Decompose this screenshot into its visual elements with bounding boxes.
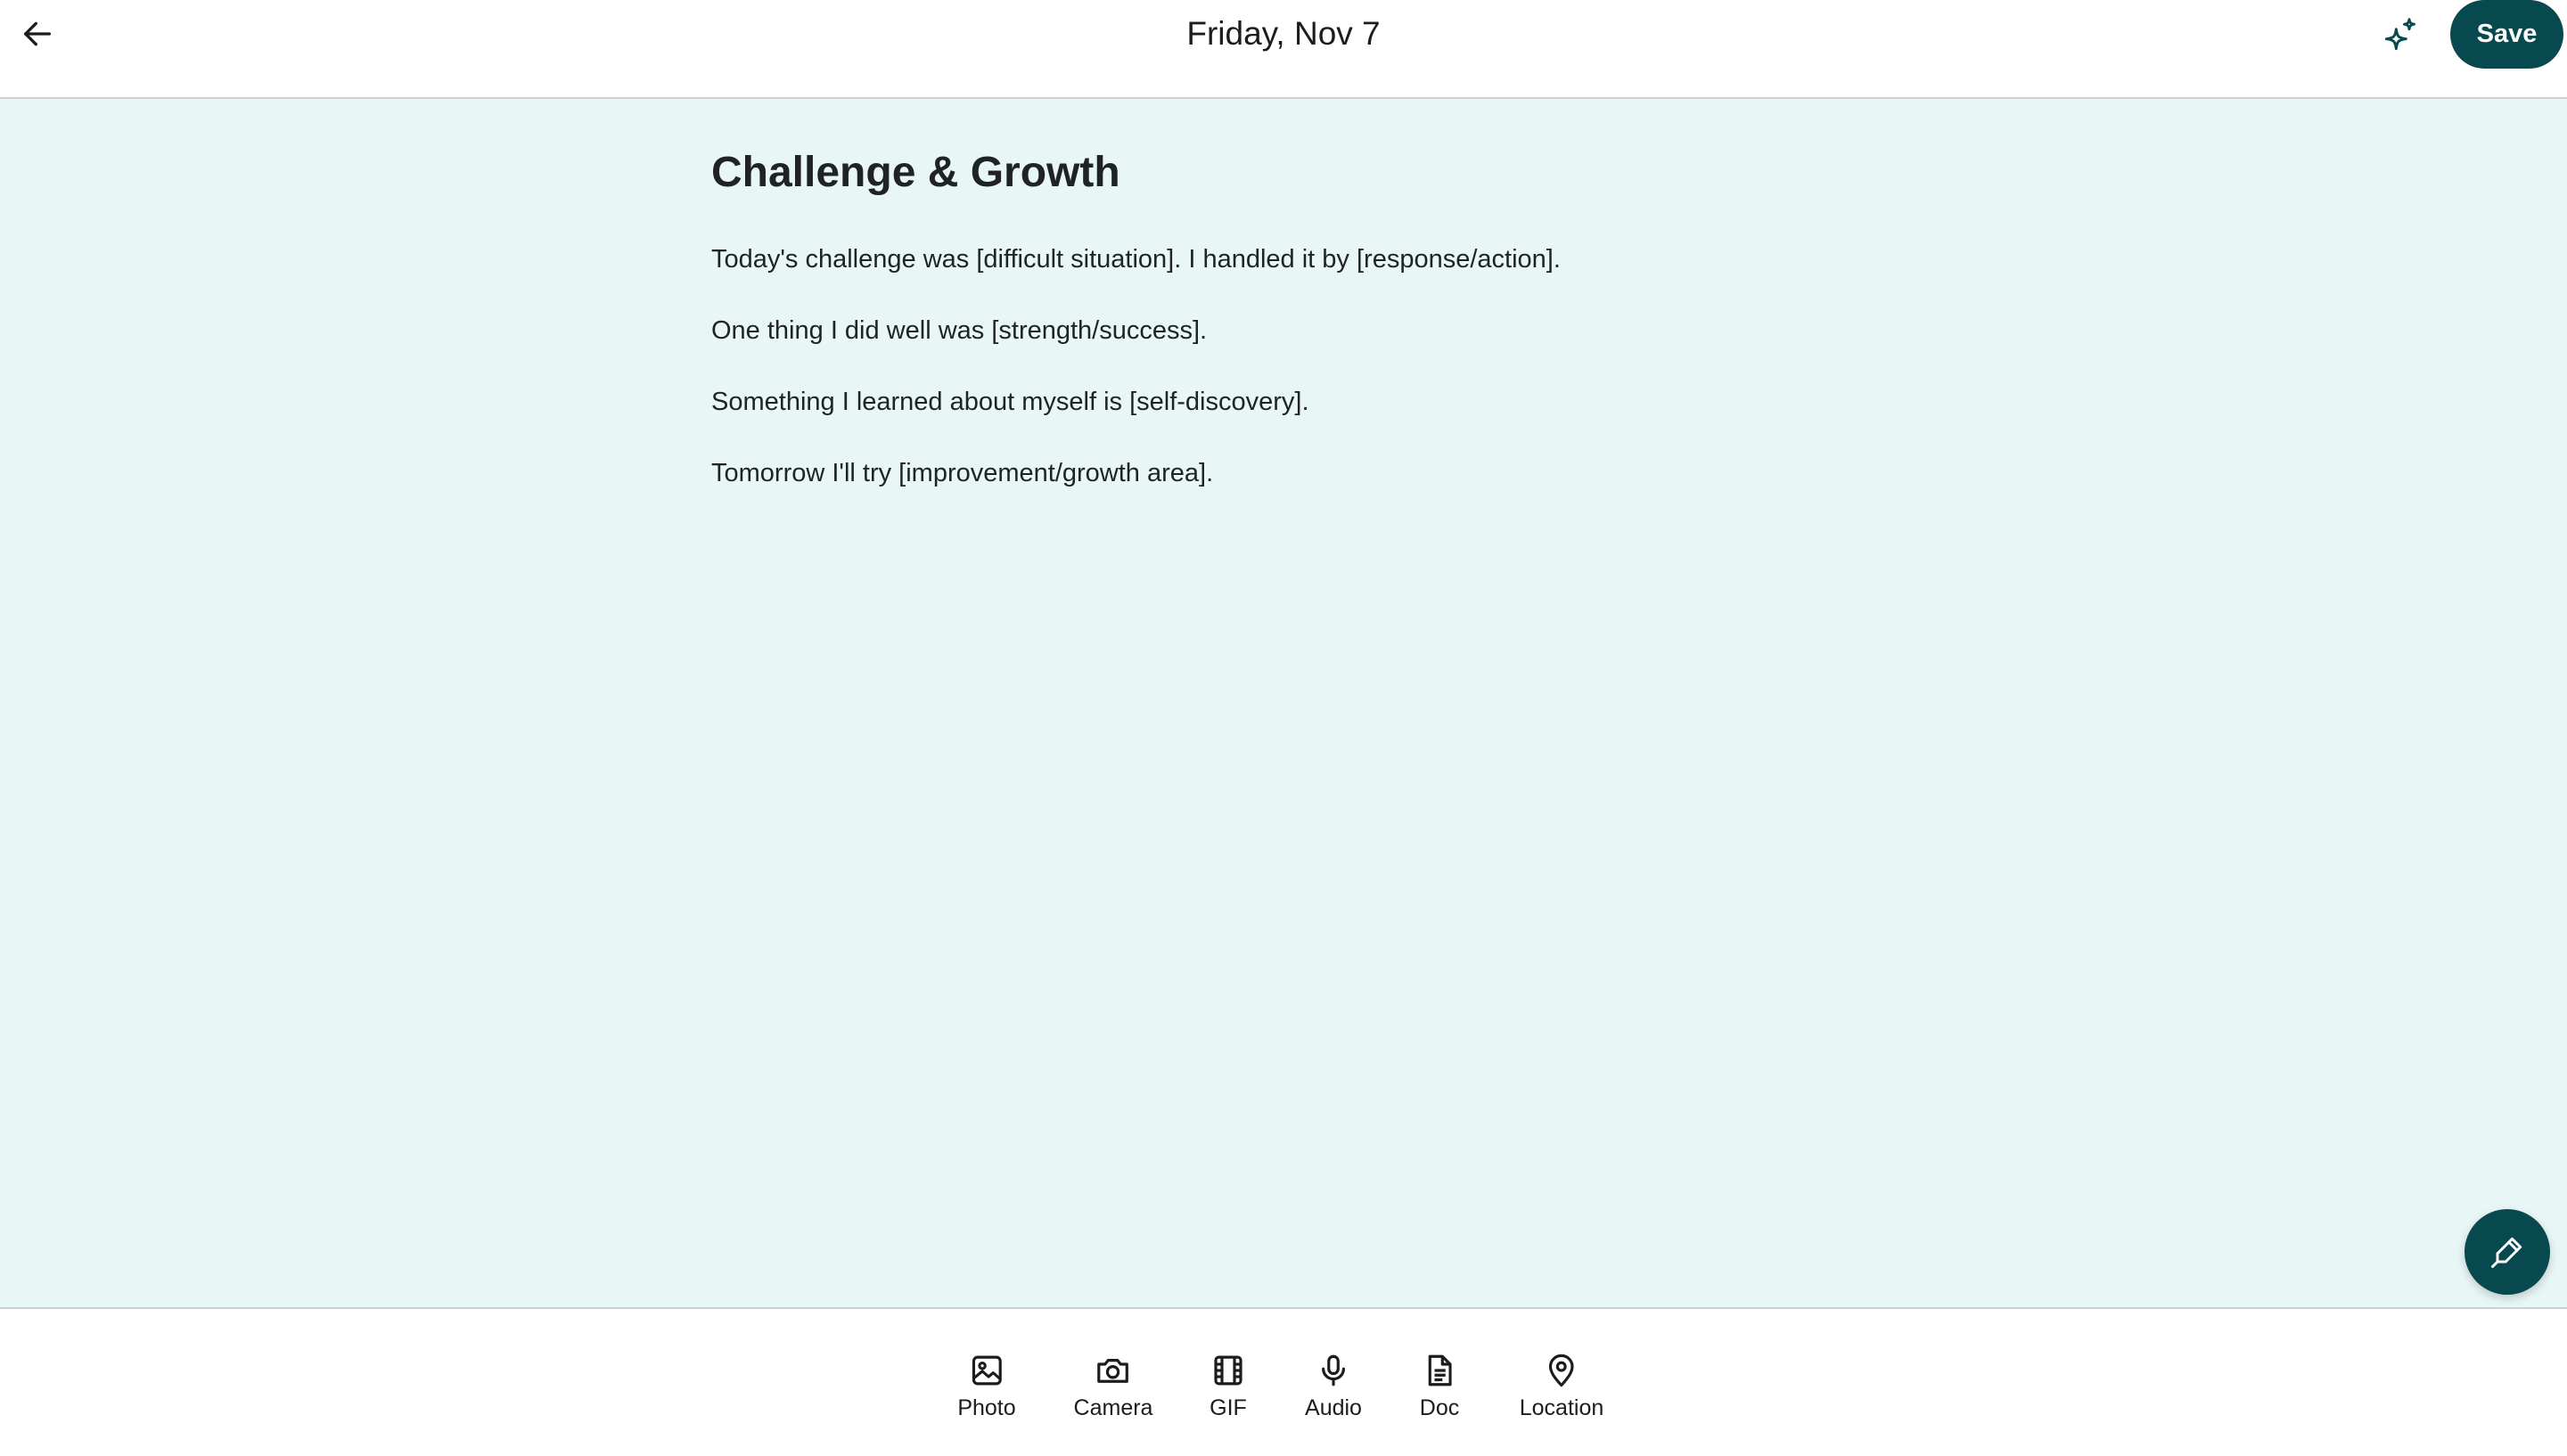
- pen-icon: [2491, 1237, 2522, 1268]
- location-button[interactable]: Location: [1519, 1352, 1604, 1421]
- ai-assist-button[interactable]: [2376, 12, 2423, 59]
- camera-button[interactable]: Camera: [1073, 1352, 1153, 1421]
- save-button[interactable]: Save: [2450, 0, 2563, 69]
- audio-button[interactable]: Audio: [1305, 1352, 1362, 1421]
- camera-icon: [1097, 1359, 1129, 1383]
- entry-line[interactable]: One thing I did well was [strength/succe…: [711, 314, 1870, 348]
- photo-label: Photo: [957, 1395, 1016, 1420]
- document-icon: [1428, 1354, 1452, 1386]
- entry-date: Friday, Nov 7: [1186, 15, 1381, 52]
- doc-button[interactable]: Doc: [1420, 1352, 1459, 1421]
- microphone-icon: [1322, 1354, 1345, 1386]
- map-pin-icon: [1549, 1354, 1574, 1387]
- entry-title[interactable]: Challenge & Growth: [711, 143, 1870, 203]
- sparkles-icon: [2384, 18, 2415, 51]
- entry-line[interactable]: Today's challenge was [difficult situati…: [711, 242, 1870, 276]
- entry-body[interactable]: Today's challenge was [difficult situati…: [711, 242, 1870, 490]
- entry-content[interactable]: Challenge & Growth Today's challenge was…: [711, 143, 1870, 528]
- gif-label: GIF: [1210, 1395, 1247, 1420]
- doc-label: Doc: [1419, 1395, 1460, 1420]
- film-icon: [1214, 1355, 1242, 1386]
- gif-button[interactable]: GIF: [1210, 1352, 1247, 1421]
- photo-button[interactable]: Photo: [957, 1352, 1016, 1421]
- location-label: Location: [1519, 1395, 1604, 1420]
- image-icon: [972, 1355, 1002, 1386]
- journal-editor: Friday, Nov 7 Save Challenge & Growth To…: [0, 0, 2567, 1456]
- draw-button[interactable]: [2464, 1209, 2550, 1295]
- audio-label: Audio: [1305, 1395, 1362, 1420]
- entry-line[interactable]: Something I learned about myself is [sel…: [711, 385, 1870, 419]
- entry-line[interactable]: Tomorrow I'll try [improvement/growth ar…: [711, 456, 1870, 490]
- top-bar: Friday, Nov 7 Save: [0, 0, 2567, 99]
- attachment-toolbar: Photo Camera GIF Audio Doc Location: [0, 1307, 2567, 1456]
- camera-label: Camera: [1073, 1395, 1153, 1420]
